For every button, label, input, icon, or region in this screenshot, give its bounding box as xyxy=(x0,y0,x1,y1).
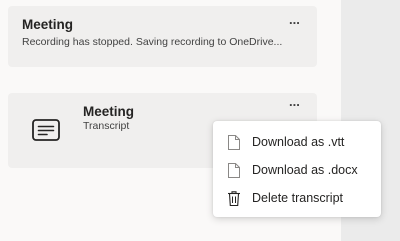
menu-item-label: Download as .docx xyxy=(252,163,358,177)
recording-title: Meeting xyxy=(22,17,74,32)
menu-item-download-docx[interactable]: Download as .docx xyxy=(213,157,381,184)
more-options-button[interactable]: ... xyxy=(289,13,300,26)
menu-item-delete-transcript[interactable]: Delete transcript xyxy=(213,185,381,212)
trash-icon xyxy=(228,191,240,207)
transcript-icon xyxy=(32,119,60,141)
recording-status: Recording has stopped. Saving recording … xyxy=(22,36,283,48)
menu-item-label: Delete transcript xyxy=(252,191,344,205)
file-icon xyxy=(228,163,240,178)
transcript-title: Meeting xyxy=(83,104,135,119)
more-options-button[interactable]: ... xyxy=(289,95,300,108)
menu-item-download-vtt[interactable]: Download as .vtt xyxy=(213,129,381,156)
menu-item-label: Download as .vtt xyxy=(252,135,345,149)
transcript-context-menu: Download as .vtt Download as .docx Delet… xyxy=(213,121,381,217)
file-icon xyxy=(228,135,240,150)
transcript-subtitle: Transcript xyxy=(83,120,130,132)
recording-card[interactable]: Meeting Recording has stopped. Saving re… xyxy=(8,6,317,67)
